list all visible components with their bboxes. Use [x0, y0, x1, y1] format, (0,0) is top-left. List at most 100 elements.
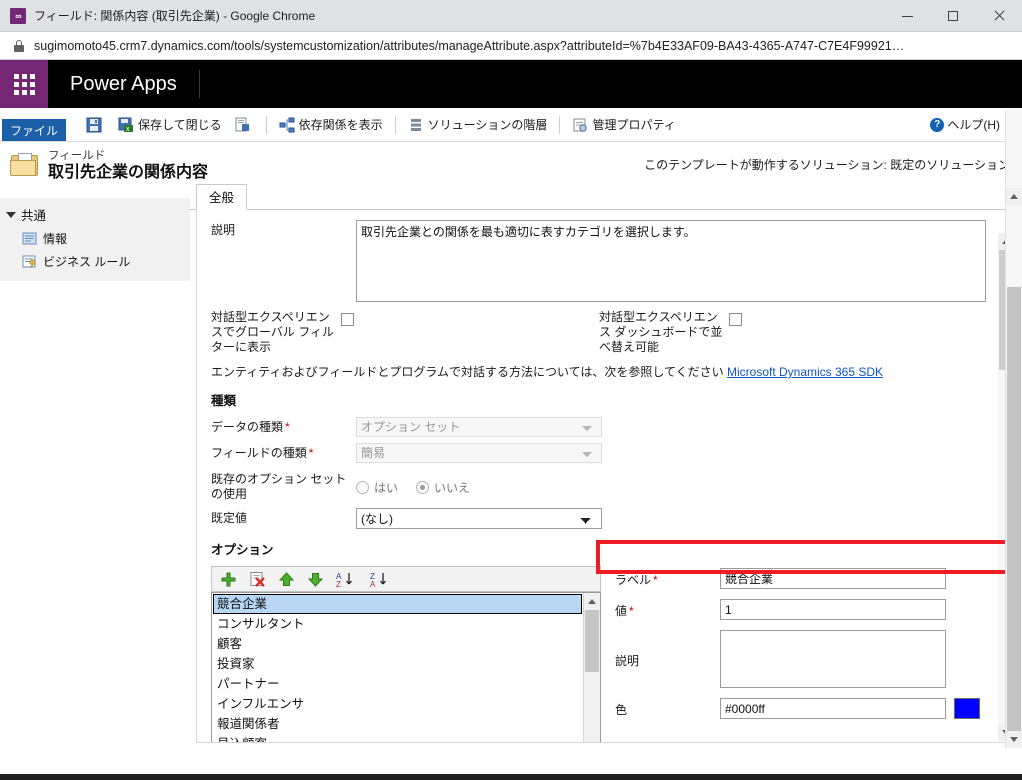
- page-scrollbar-thumb[interactable]: [1007, 287, 1021, 731]
- options-listbox[interactable]: 競合企業 コンサルタント 顧客 投資家 パートナー インフルエンサ 報道関係者 …: [211, 592, 601, 742]
- solution-layers-button[interactable]: ソリューションの階層: [402, 108, 554, 141]
- ribbon-separator-3: [559, 115, 561, 134]
- option-description-row: 説明: [615, 630, 1001, 688]
- field-type-label-text: フィールドの種類: [211, 446, 307, 460]
- checkbox-row: 対話型エクスペリエンスでグローバル フィルターに表示 対話型エクスペリエンス ダ…: [211, 310, 1001, 355]
- page-kicker: フィールド: [48, 149, 106, 162]
- color-swatch[interactable]: [954, 698, 980, 719]
- data-type-select[interactable]: オプション セット: [356, 417, 602, 437]
- required-marker: *: [653, 573, 658, 587]
- managed-properties-label: 管理プロパティ: [592, 118, 676, 132]
- sdk-note-text: エンティティおよびフィールドとプログラムで対話する方法については、次を参照してく…: [211, 365, 727, 379]
- favicon: ∞: [10, 7, 26, 24]
- close-button[interactable]: [976, 0, 1022, 32]
- scroll-down-button[interactable]: [584, 736, 600, 742]
- sidebar-item-information[interactable]: 情報: [0, 227, 190, 250]
- sidebar-item-business-rules[interactable]: ビジネス ルール: [0, 250, 190, 273]
- scrollbar-track[interactable]: [584, 672, 600, 736]
- help-circle-icon: ?: [930, 117, 945, 132]
- tab-general[interactable]: 全般: [196, 184, 248, 210]
- sidebar-group-common[interactable]: 共通: [0, 202, 190, 227]
- required-marker: *: [308, 446, 314, 460]
- form-area: 全般 説明 取引先企業との関係を最も適切に表すカテゴリを選択します。 対話型エク…: [190, 184, 1022, 748]
- page-scroll-down-button[interactable]: [1006, 731, 1022, 748]
- use-existing-no-radio[interactable]: [416, 480, 430, 494]
- field-type-label: フィールドの種類 *: [211, 443, 356, 463]
- show-dependencies-label: 依存関係を表示: [298, 118, 383, 132]
- save-button[interactable]: [80, 108, 112, 141]
- lock-icon: [14, 39, 24, 52]
- global-filter-checkbox[interactable]: [341, 313, 354, 326]
- data-type-row: データの種類 * オプション セット: [211, 417, 1001, 437]
- default-value-select[interactable]: (なし): [356, 508, 602, 529]
- information-icon: [22, 232, 38, 246]
- delete-icon[interactable]: [249, 571, 266, 588]
- option-label-row: ラベル *: [615, 568, 1001, 589]
- field-type-select[interactable]: 簡易: [356, 443, 602, 463]
- arrow-up-icon[interactable]: [278, 571, 295, 588]
- list-item[interactable]: 報道関係者: [213, 714, 582, 734]
- data-type-label-text: データの種類: [211, 420, 284, 434]
- use-existing-yes-radio[interactable]: [356, 480, 369, 494]
- options-section-header: オプション: [211, 543, 274, 557]
- minimize-button[interactable]: [884, 0, 930, 32]
- svg-text:A: A: [370, 580, 376, 588]
- help-label: ヘルプ(H): [947, 118, 1000, 132]
- managed-properties-button[interactable]: 管理プロパティ: [566, 108, 681, 141]
- folder-icon: [10, 152, 40, 178]
- page-scrollbar-track-top[interactable]: [1006, 205, 1022, 287]
- url-text[interactable]: sugimomoto45.crm7.dynamics.com/tools/sys…: [34, 39, 904, 53]
- type-section-header: 種類: [211, 394, 237, 408]
- list-item[interactable]: 顧客: [213, 634, 582, 654]
- help-menu[interactable]: ? ヘルプ(H): [930, 108, 1014, 141]
- option-color-input[interactable]: [720, 698, 946, 719]
- list-item[interactable]: コンサルタント: [213, 614, 582, 634]
- data-type-label: データの種類 *: [211, 417, 356, 437]
- plus-icon[interactable]: [220, 571, 237, 588]
- list-item[interactable]: インフルエンサ: [213, 694, 582, 714]
- sort-za-icon[interactable]: Z A: [370, 571, 392, 589]
- file-tab[interactable]: ファイル: [2, 119, 66, 141]
- arrow-down-icon[interactable]: [307, 571, 324, 588]
- ribbon-separator-1: [265, 115, 267, 134]
- option-description-textarea[interactable]: [720, 630, 946, 688]
- app-header: Power Apps: [0, 60, 1022, 108]
- sort-az-icon[interactable]: A Z: [336, 571, 358, 589]
- page-scroll-up-button[interactable]: [1006, 188, 1022, 205]
- list-item[interactable]: パートナー: [213, 674, 582, 694]
- use-existing-yes-label: はい: [374, 480, 399, 495]
- waffle-icon[interactable]: [0, 60, 48, 108]
- option-color-label: 色: [615, 703, 628, 717]
- sdk-note: エンティティおよびフィールドとプログラムで対話する方法については、次を参照してく…: [211, 363, 1001, 380]
- list-item[interactable]: 見込顧客: [213, 734, 582, 742]
- list-item[interactable]: 競合企業: [213, 594, 582, 614]
- save-and-close-button[interactable]: x 保存して閉じる: [112, 108, 228, 141]
- sidebar-panel: 共通 情報 ビジネス ルール: [0, 198, 190, 281]
- use-existing-label: 既存のオプション セットの使用: [211, 472, 347, 501]
- options-scrollbar[interactable]: [583, 593, 600, 742]
- maximize-button[interactable]: [930, 0, 976, 32]
- sidebar-item-label: ビジネス ルール: [43, 255, 131, 269]
- option-color-row: 色: [615, 698, 1001, 719]
- sortable-dashboard-checkbox[interactable]: [729, 313, 742, 326]
- option-label-input[interactable]: [720, 568, 946, 589]
- svg-text:x: x: [126, 126, 130, 133]
- scrollbar-thumb[interactable]: [585, 610, 599, 672]
- address-bar[interactable]: sugimomoto45.crm7.dynamics.com/tools/sys…: [0, 32, 1022, 60]
- sidebar-group-label: 共通: [21, 209, 47, 223]
- page-scrollbar[interactable]: [1005, 110, 1022, 748]
- save-and-close-icon: x: [118, 117, 134, 133]
- new-button[interactable]: [228, 108, 260, 141]
- option-description-label: 説明: [615, 654, 640, 668]
- option-value-input[interactable]: [720, 599, 946, 620]
- ribbon-separator-2: [394, 115, 396, 134]
- list-item[interactable]: 投資家: [213, 654, 582, 674]
- solution-layers-icon: [408, 117, 424, 133]
- required-marker: *: [285, 420, 290, 434]
- sdk-link[interactable]: Microsoft Dynamics 365 SDK: [727, 365, 883, 379]
- scroll-up-button[interactable]: [584, 593, 600, 610]
- browser-title-bar: ∞ フィールド: 関係内容 (取引先企業) - Google Chrome: [0, 0, 1022, 32]
- option-label-label: ラベル *: [615, 568, 720, 589]
- show-dependencies-button[interactable]: 依存関係を表示: [273, 108, 389, 141]
- description-textarea[interactable]: 取引先企業との関係を最も適切に表すカテゴリを選択します。: [356, 220, 986, 302]
